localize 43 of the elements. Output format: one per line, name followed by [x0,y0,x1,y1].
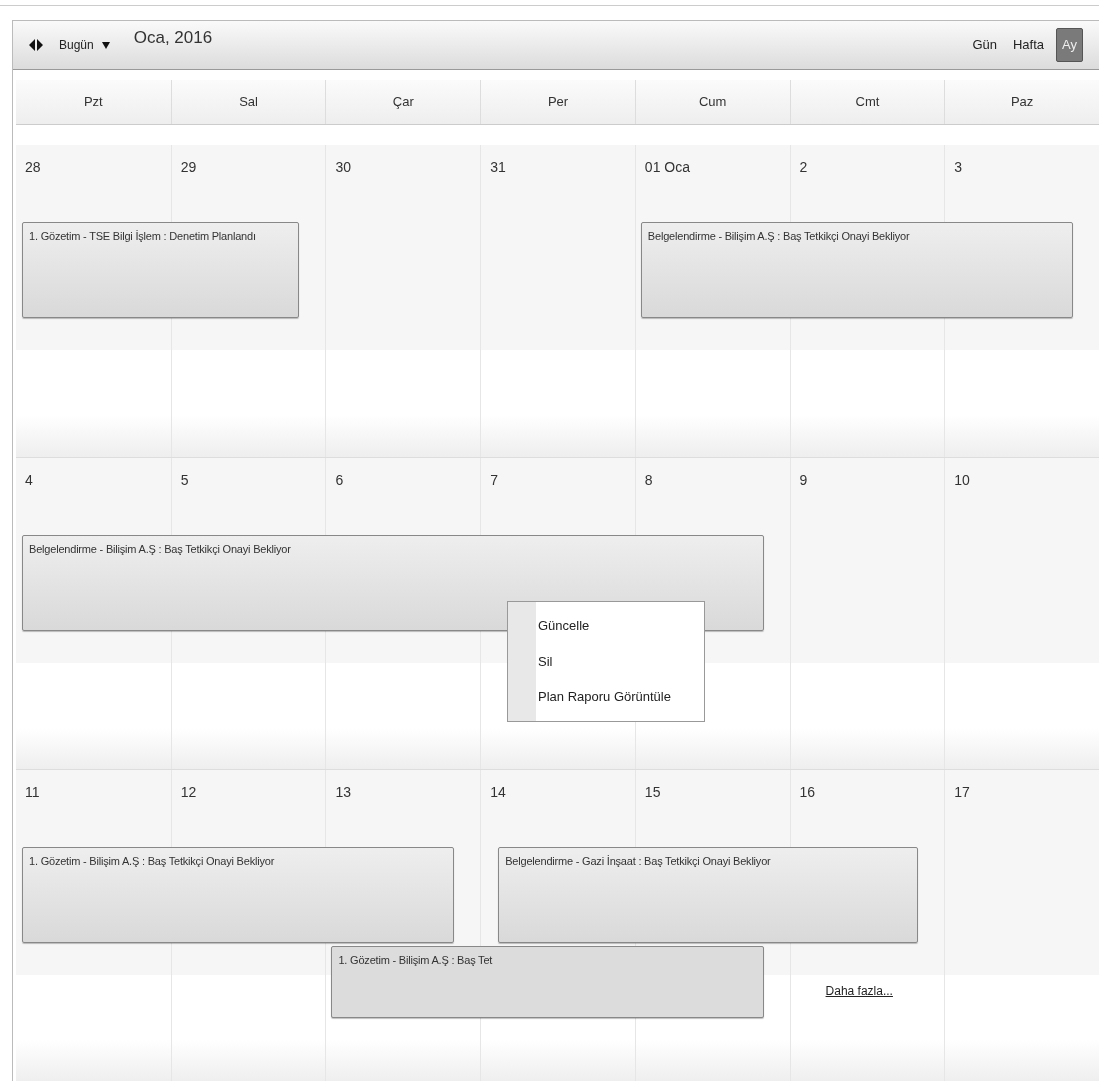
day-number: 11 [25,782,40,802]
weekday-label: Per [480,80,635,124]
day-number: 6 [335,470,344,490]
day-number: 01 Oca [644,157,690,177]
weekday-label: Sal [170,80,326,124]
menu-item[interactable]: Plan Raporu Görüntüle [508,679,704,715]
day-number: 31 [490,157,506,177]
weekday-label: Paz [944,80,1099,124]
day-number: 3 [954,157,963,177]
day-number: 16 [799,782,816,802]
day-number: 30 [335,157,351,177]
day-number: 4 [25,470,33,490]
caret-icon [101,41,110,49]
view-tab[interactable]: Gün [968,32,1001,58]
day-number: 13 [335,782,351,802]
day-number: 2 [799,157,808,177]
day-number: 7 [490,470,498,490]
day-number: 17 [954,782,970,802]
calendar-title: Oca, 2016 [133,27,213,50]
weekday-label: Cum [634,80,790,124]
day-number: 28 [25,157,41,177]
calendar-event[interactable]: Belgelendirme - Gazi İnşaat : Baş Tetkikçi Onayi Bekliyor [498,846,919,943]
weekday-label: Pzt [82,93,104,111]
calendar-event[interactable]: 1. Gözetim - Bilişim A.Ş : Baş Tet [331,945,764,1018]
today-button[interactable]: Bugün [59,36,110,54]
day-number: 10 [954,470,970,490]
view-tab[interactable]: Ay [1056,28,1083,62]
calendar-event[interactable]: Belgelendirme - Bilişim A.Ş : Baş Tetkikçi Onayi Bekliyor [640,221,1073,318]
day-number: 9 [799,470,808,490]
day-number: 5 [180,470,189,490]
day-number: 8 [644,470,653,490]
prev-next-icon[interactable] [29,39,43,51]
day-number: 12 [180,782,197,802]
day-number: 15 [644,782,661,802]
day-number: 29 [180,157,197,177]
day-number: 14 [490,782,506,802]
menu-item[interactable]: Sil [508,643,704,679]
view-tab[interactable]: Hafta [1009,32,1049,58]
weekday-label: Cmt [789,80,945,124]
calendar-event[interactable]: 1. Gözetim - TSE Bilgi İşlem : Denetim Planlandı [22,221,300,318]
calendar-event[interactable]: 1. Gözetim - Bilişim A.Ş : Baş Tetkikçi Onayi Bekliyor [22,846,455,943]
weekday-label: Çar [325,80,481,124]
more-link[interactable]: Daha fazla... [825,981,893,1000]
